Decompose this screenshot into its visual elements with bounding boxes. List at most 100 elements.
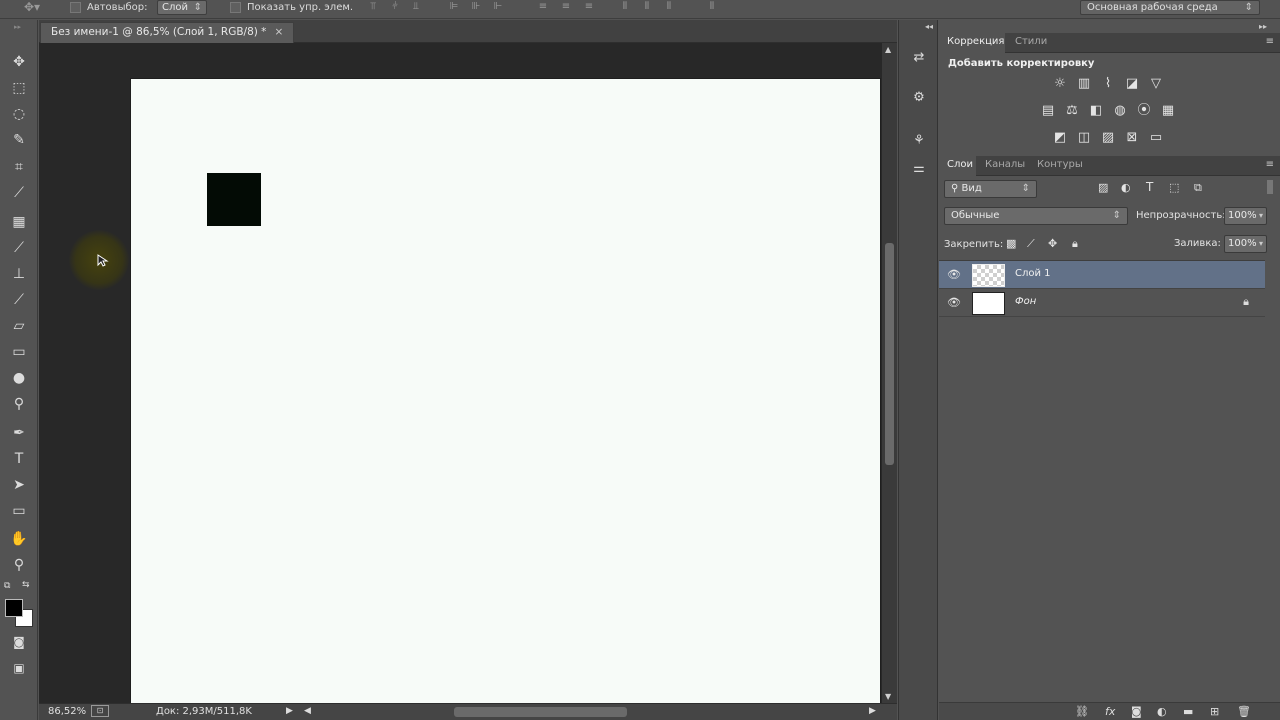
vibrance-icon[interactable]: ▽ <box>1147 75 1165 93</box>
brush-panel-icon[interactable]: ⚌ <box>908 158 930 180</box>
new-adjustment-layer-icon[interactable]: ◐ <box>1157 705 1167 718</box>
tab-styles[interactable]: Стили <box>1015 36 1047 47</box>
exposure-icon[interactable]: ◪ <box>1123 75 1141 93</box>
layer-row-layer1[interactable]: 👁︎ Слой 1 <box>939 261 1265 289</box>
invert-icon[interactable]: ◩ <box>1051 129 1069 147</box>
align-vcenter-icon[interactable]: ⫩ <box>389 2 401 12</box>
visibility-eye-icon[interactable]: 👁︎ <box>947 268 961 282</box>
gradient-map-icon[interactable]: ▭ <box>1147 129 1165 147</box>
scroll-left-icon[interactable]: ◀ <box>304 706 311 716</box>
filter-smart-object-icon[interactable]: ⧉ <box>1194 181 1202 195</box>
posterize-icon[interactable]: ◫ <box>1075 129 1093 147</box>
history-panel-icon[interactable]: ⇄ <box>908 47 930 69</box>
filter-toggle[interactable] <box>1267 180 1273 194</box>
lock-all-icon[interactable]: 🔒︎ <box>1072 237 1078 251</box>
horizontal-scroll-thumb[interactable] <box>454 707 627 717</box>
opacity-input[interactable]: 100% ▾ <box>1224 207 1267 225</box>
document-tab[interactable]: Без имени-1 @ 86,5% (Слой 1, RGB/8) * × <box>40 22 295 43</box>
crop-tool-icon[interactable]: ⌗ <box>7 157 31 177</box>
layer-name[interactable]: Фон <box>1015 296 1036 307</box>
lock-image-icon[interactable]: ⟋ <box>1027 237 1035 251</box>
photo-filter-icon[interactable]: ◍ <box>1111 102 1129 120</box>
eraser-tool-icon[interactable]: ▱ <box>7 316 31 336</box>
hand-tool-icon[interactable]: ✋ <box>7 529 31 549</box>
blur-tool-icon[interactable]: ● <box>7 368 31 388</box>
layer-name[interactable]: Слой 1 <box>1015 268 1051 279</box>
filter-adjustment-icon[interactable]: ◐ <box>1121 181 1131 194</box>
lock-position-icon[interactable]: ✥ <box>1048 237 1057 250</box>
default-colors-icon[interactable]: ⧉ <box>4 581 10 591</box>
swap-colors-icon[interactable]: ⇆ <box>22 580 30 590</box>
scroll-right-icon[interactable]: ▶ <box>869 706 876 716</box>
foreground-color-swatch[interactable] <box>5 599 23 617</box>
eyedropper-tool-icon[interactable]: ⟋ <box>7 183 31 203</box>
delete-layer-icon[interactable]: 🗑︎ <box>1237 705 1251 718</box>
pen-tool-icon[interactable]: ✒ <box>7 423 31 443</box>
collapse-panels-icon[interactable]: ▸▸ <box>1259 22 1267 31</box>
new-group-icon[interactable]: ▬ <box>1183 705 1193 718</box>
distribute-right-icon[interactable]: ⦀ <box>663 2 675 12</box>
color-lookup-icon[interactable]: ▦ <box>1159 102 1177 120</box>
quick-mask-icon[interactable]: ◙ <box>7 632 31 652</box>
black-square-shape[interactable] <box>207 173 261 226</box>
scroll-up-icon[interactable]: ▲ <box>885 45 891 54</box>
channel-mixer-icon[interactable]: ⦿ <box>1135 102 1153 120</box>
status-menu-arrow-icon[interactable]: ▶ <box>286 706 293 716</box>
selective-color-icon[interactable]: ⊠ <box>1123 129 1141 147</box>
clone-stamp-tool-icon[interactable]: ⊥ <box>7 264 31 284</box>
workspace-switcher[interactable]: Основная рабочая среда ⇕ <box>1080 0 1260 15</box>
rectangle-tool-icon[interactable]: ▭ <box>7 501 31 521</box>
tab-paths[interactable]: Контуры <box>1037 159 1083 170</box>
new-layer-icon[interactable]: ⊞ <box>1210 705 1219 718</box>
lock-transparent-icon[interactable]: ▩ <box>1006 237 1016 250</box>
zoom-level[interactable]: 86,52% <box>48 706 86 717</box>
distribute-hcenter-icon[interactable]: ⦀ <box>641 2 653 12</box>
dodge-tool-icon[interactable]: ⚲ <box>7 394 31 414</box>
hue-saturation-icon[interactable]: ▤ <box>1039 102 1057 120</box>
auto-align-icon[interactable]: ⫴ <box>704 2 720 12</box>
show-transform-checkbox[interactable] <box>230 2 241 13</box>
align-right-icon[interactable]: ⊩ <box>492 2 504 12</box>
tab-layers[interactable]: Слои <box>947 159 973 170</box>
blend-mode-dropdown[interactable]: Обычные ⇕ <box>944 207 1128 225</box>
marquee-tool-icon[interactable]: ⬚ <box>7 78 31 98</box>
lasso-tool-icon[interactable]: ◌ <box>7 104 31 124</box>
filter-pixel-icon[interactable]: ▨ <box>1098 181 1108 194</box>
visibility-eye-icon[interactable]: 👁︎ <box>947 296 961 310</box>
panel-grip-icon[interactable]: ▸▸ <box>14 23 21 31</box>
align-bottom-icon[interactable]: ⫫ <box>410 2 422 12</box>
add-mask-icon[interactable]: ◙ <box>1131 705 1142 718</box>
layer-filter-dropdown[interactable]: ⚲ Вид ⇕ <box>944 180 1037 198</box>
gradient-tool-icon[interactable]: ▭ <box>7 342 31 362</box>
color-balance-icon[interactable]: ⚖ <box>1063 102 1081 120</box>
levels-icon[interactable]: ▥ <box>1075 75 1093 93</box>
expand-panels-icon[interactable]: ◂◂ <box>925 22 933 31</box>
align-hcenter-icon[interactable]: ⊪ <box>470 2 482 12</box>
align-left-icon[interactable]: ⊫ <box>448 2 460 12</box>
close-tab-icon[interactable]: × <box>274 26 283 38</box>
layer-style-fx-icon[interactable]: fx <box>1105 705 1115 718</box>
proof-icon[interactable]: ⊡ <box>91 705 109 717</box>
path-selection-tool-icon[interactable]: ➤ <box>7 475 31 495</box>
properties-panel-icon[interactable]: ⚙ <box>908 87 930 109</box>
black-white-icon[interactable]: ◧ <box>1087 102 1105 120</box>
tab-channels[interactable]: Каналы <box>985 159 1025 170</box>
quick-selection-tool-icon[interactable]: ✎ <box>7 130 31 150</box>
history-brush-tool-icon[interactable]: ⟋ <box>7 290 31 310</box>
brightness-contrast-icon[interactable]: ☼ <box>1051 75 1069 93</box>
move-tool-icon[interactable]: ✥ <box>7 52 31 72</box>
link-layers-icon[interactable]: ⛓ <box>1075 705 1089 718</box>
distribute-bottom-icon[interactable]: ≡ <box>583 2 595 12</box>
panel-menu-icon[interactable]: ≡ <box>1266 36 1274 47</box>
scroll-down-icon[interactable]: ▼ <box>885 692 891 701</box>
curves-icon[interactable]: ⌇ <box>1099 75 1117 93</box>
distribute-left-icon[interactable]: ⦀ <box>619 2 631 12</box>
filter-type-icon[interactable]: T <box>1146 180 1153 194</box>
zoom-tool-icon[interactable]: ⚲ <box>7 555 31 575</box>
brush-tool-icon[interactable]: ⟋ <box>7 238 31 258</box>
auto-select-dropdown[interactable]: Слой ⇕ <box>157 0 207 15</box>
move-tool-preset-icon[interactable]: ✥▾ <box>22 1 42 13</box>
panel-menu-icon[interactable]: ≡ <box>1266 159 1274 170</box>
type-tool-icon[interactable]: T <box>7 449 31 469</box>
screen-mode-icon[interactable]: ▣ <box>7 658 31 678</box>
